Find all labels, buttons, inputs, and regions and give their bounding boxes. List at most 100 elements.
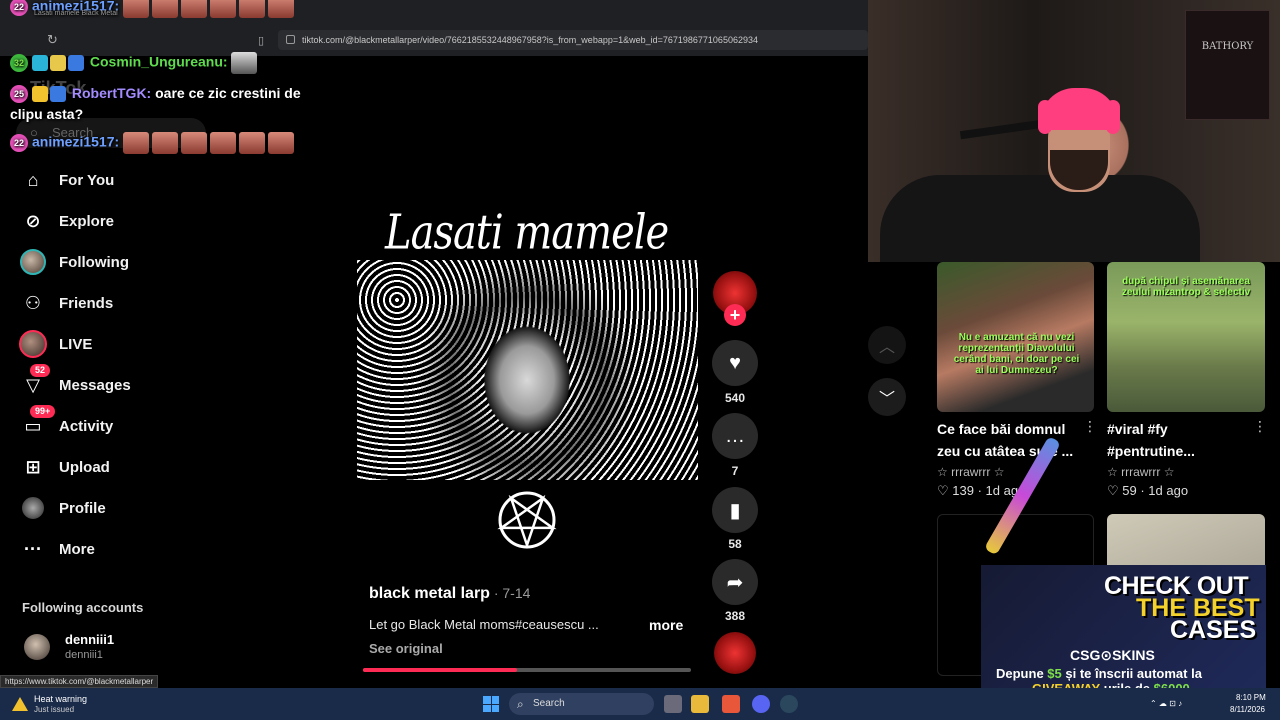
see-original-link[interactable]: See original [369, 641, 443, 656]
following-avatar [18, 247, 48, 277]
music-disc-icon[interactable] [714, 632, 756, 674]
nav-label: LIVE [59, 335, 93, 353]
chevron-down-icon: ﹀ [878, 391, 895, 408]
follow-plus-icon[interactable]: + [724, 304, 746, 326]
comment-button[interactable]: … [712, 413, 758, 459]
steam-icon[interactable] [780, 695, 798, 713]
emote-icon [239, 132, 266, 154]
nav-upload[interactable]: ⊞ Upload [18, 450, 208, 484]
save-count: 58 [728, 537, 742, 551]
recommendation-meta: ♡ 139 · 1d ago [937, 483, 1025, 499]
nav-live[interactable]: LIVE [18, 327, 208, 361]
account-name[interactable]: denniii1 [65, 632, 114, 647]
nav-label: Following [59, 253, 129, 271]
nav-label: Explore [59, 212, 115, 230]
faded-chat-text: Lasati mamele Black Metal [34, 10, 118, 17]
thumbnail-caption: Nu e amuzant că nu vezi reprezentanții D… [953, 332, 1080, 376]
wall-poster: BATHORY [1185, 10, 1270, 120]
heart-icon: ♥ [729, 351, 741, 374]
thumbnail-caption: după chipul și asemănarea zeului mizantr… [1121, 276, 1251, 298]
video-author[interactable]: black metal larp · 7-14 [369, 585, 530, 603]
headphone-left [1038, 100, 1052, 134]
clock-time[interactable]: 8:10 PM [1236, 693, 1266, 702]
windows-start-icon[interactable] [483, 696, 499, 712]
like-button[interactable]: ♥ [712, 340, 758, 386]
pentagram-icon [497, 491, 557, 549]
nav-label: More [59, 540, 95, 558]
likes-count: ♡ 59 [1107, 483, 1137, 498]
nav-label: Friends [59, 294, 114, 312]
previous-video-button[interactable]: ︿ [868, 326, 906, 364]
chat-text-continued: clipu asta? [10, 106, 84, 122]
brave-browser-icon[interactable] [722, 695, 740, 713]
crown-icon [32, 86, 48, 103]
video-thumbnail[interactable]: după chipul și asemănarea zeului mizantr… [1107, 262, 1265, 412]
friends-icon: ⚇ [24, 292, 42, 313]
nav-label: Activity [59, 417, 114, 435]
ad-brand: CSG⊙SKINS [1070, 647, 1155, 663]
chevron-up-icon: ︿ [878, 339, 895, 356]
emote-icon [210, 0, 237, 18]
save-button[interactable]: ▮ [712, 487, 758, 533]
account-avatar[interactable] [24, 634, 50, 660]
weather-warning-title[interactable]: Heat warning [34, 694, 87, 704]
next-video-button[interactable]: ﹀ [868, 378, 906, 416]
message-icon: ▽ 52 [18, 364, 51, 400]
emote-icon [123, 132, 150, 154]
ad-offer-line: Depune $5 și te înscrii automat la [996, 666, 1202, 681]
discord-icon[interactable] [752, 695, 770, 713]
nav-label: For You [59, 171, 115, 189]
recommendation-author[interactable]: ☆ rrrawrrr ☆ [937, 465, 1005, 479]
badge-icon [50, 55, 66, 71]
nav-friends[interactable]: ⚇ Friends [18, 286, 208, 320]
nav-activity[interactable]: ▭ 99+ Activity [18, 405, 208, 443]
nav-messages[interactable]: ▽ 52 Messages [18, 364, 208, 402]
more-options-icon[interactable]: ⋮ [1083, 418, 1097, 435]
nav-label: Upload [59, 458, 110, 476]
status-bar-url: https://www.tiktok.com/@blackmetallarper [0, 675, 159, 688]
taskbar-search[interactable]: Search [509, 693, 654, 715]
emote-icon [181, 132, 208, 154]
compass-icon: ⊘ [25, 210, 41, 231]
video-art-title: Lasati mamele [385, 205, 669, 261]
nav-label: Messages [59, 376, 131, 394]
recommendation-author[interactable]: ☆ rrrawrrr ☆ [1107, 465, 1175, 479]
nav-profile[interactable]: Profile [18, 491, 208, 525]
stream-chat-overlay: 22 animezi1517: Lasati mamele Black Metal… [0, 0, 345, 170]
streamer-shirt [880, 175, 1200, 262]
task-view-icon[interactable] [664, 695, 682, 713]
emote-icon [152, 0, 179, 18]
share-count: 388 [724, 609, 746, 623]
video-date: · 7-14 [489, 585, 531, 601]
more-button[interactable]: more [649, 617, 683, 633]
nav-more[interactable]: ··· More [18, 532, 208, 566]
file-explorer-icon[interactable] [691, 695, 709, 713]
bookmark-icon: ▮ [729, 499, 741, 522]
warning-icon[interactable] [12, 697, 28, 711]
video-thumbnail[interactable]: Nu e amuzant că nu vezi reprezentanții D… [937, 262, 1094, 412]
clock-date[interactable]: 8/11/2026 [1230, 705, 1265, 714]
level-badge: 25 [10, 85, 28, 104]
like-count: 540 [724, 391, 746, 405]
recommendation-meta: ♡ 59 · 1d ago [1107, 483, 1188, 499]
nav-explore[interactable]: ⊘ Explore [18, 204, 208, 238]
messages-badge: 52 [30, 364, 51, 377]
emote-icon [268, 132, 295, 154]
more-options-icon[interactable]: ⋮ [1253, 418, 1267, 435]
share-button[interactable]: ➦ [712, 559, 758, 605]
chat-username: Cosmin_Ungureanu: [89, 53, 228, 70]
video-progress-bar[interactable] [363, 668, 691, 672]
nav-following[interactable]: Following [18, 245, 208, 279]
recommendation-title[interactable]: #viral #fy #pentrutine... [1107, 418, 1247, 462]
chat-username: RobertTGK: [71, 85, 152, 101]
emote-icon [231, 52, 258, 74]
chat-text: oare ce zic crestini de [155, 85, 301, 101]
share-arrow-icon: ➦ [726, 571, 744, 594]
badge-icon [50, 86, 66, 103]
address-bar[interactable]: tiktok.com/@blackmetallarper/video/76621… [278, 30, 868, 50]
comment-count: 7 [731, 464, 739, 478]
account-handle: denniii1 [65, 649, 103, 661]
emote-icon [268, 0, 295, 18]
system-tray-icons[interactable]: ⌃ ☁ ⊡ ♪ [1150, 699, 1182, 708]
following-accounts-heading: Following accounts [22, 600, 144, 615]
